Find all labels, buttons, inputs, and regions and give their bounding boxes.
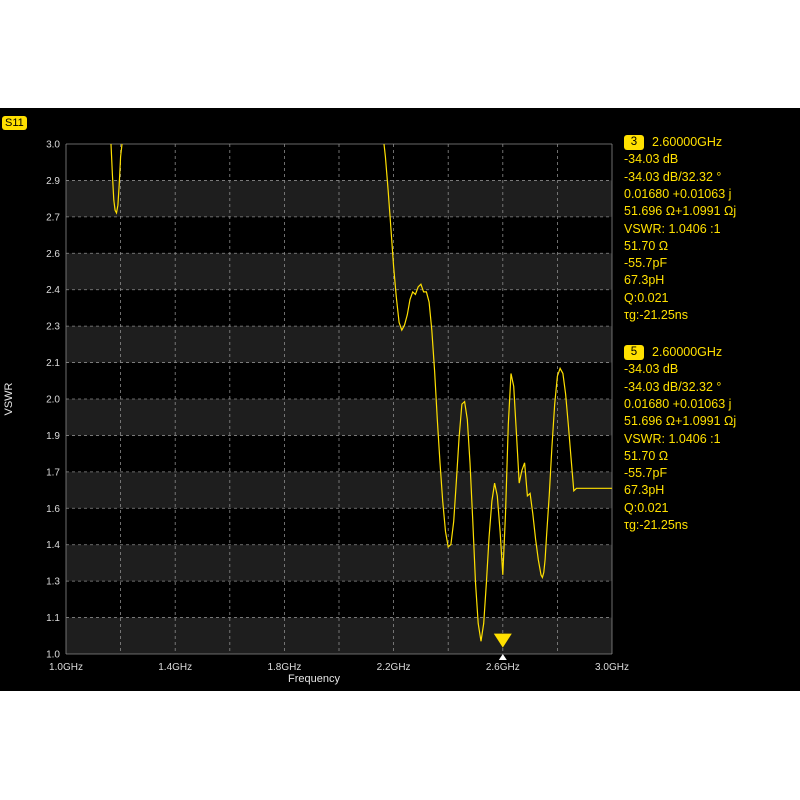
y-tick-label: 2.9 xyxy=(46,176,60,187)
marker-readout-line: Q:0.021 xyxy=(624,500,669,515)
marker-readout-line: 0.01680 +0.01063 j xyxy=(624,186,732,201)
y-axis-title: VSWR xyxy=(3,382,15,415)
marker-readout-line: -34.03 dB/32.32 ° xyxy=(624,169,722,184)
y-tick-label: 1.3 xyxy=(46,577,60,588)
marker-readout-line: -34.03 dB/32.32 ° xyxy=(624,379,722,394)
grid-band xyxy=(66,471,612,509)
analyzer-screen: 3.0 2.9 2.7 2.6 2.4 2.3 2.1 2.0 1.9 1.7 1.6 1.4 1.3 1… xyxy=(0,108,800,691)
marker-readout-line: 67.3pH xyxy=(624,273,665,288)
marker-readout-line: 51.70 Ω xyxy=(624,238,669,253)
y-tick-label: 1.7 xyxy=(46,467,60,478)
marker-readout-line: VSWR: 1.0406 :1 xyxy=(624,221,721,236)
y-tick-label: 2.3 xyxy=(46,322,60,333)
marker-number-badge[interactable]: 5 xyxy=(624,345,644,361)
grid-band xyxy=(66,544,612,582)
marker-header[interactable]: 5 2.60000GHz xyxy=(624,344,722,361)
y-tick-label: 1.0 xyxy=(46,650,60,661)
x-axis-marker-pointer xyxy=(498,654,507,660)
marker-readout-line: -34.03 dB xyxy=(624,362,679,377)
marker-readout-line: -34.03 dB xyxy=(624,152,679,167)
marker-frequency: 2.60000GHz xyxy=(652,345,723,359)
marker-frequency: 2.60000GHz xyxy=(652,135,723,149)
x-tick-label: 1.0GHz xyxy=(49,662,83,673)
marker-readout-line: 51.696 Ω+1.0991 Ωj xyxy=(624,204,737,219)
x-tick-label: 2.6GHz xyxy=(486,662,520,673)
x-tick-label: 3.0GHz xyxy=(595,662,629,673)
trace-badge-s11[interactable]: S11 xyxy=(2,116,27,130)
marker-readout-line: VSWR: 1.0406 :1 xyxy=(624,431,721,446)
y-tick-label: 2.4 xyxy=(46,285,60,296)
marker-readout-line: τg:-21.25ns xyxy=(624,308,689,322)
marker-readout-line: -55.7pF xyxy=(624,466,668,481)
y-tick-label: 2.7 xyxy=(46,212,60,223)
x-tick-label: 2.2GHz xyxy=(377,662,411,673)
y-tick-label: 2.1 xyxy=(46,358,60,369)
x-axis-title: Frequency xyxy=(288,673,340,685)
marker-readout-line: 51.70 Ω xyxy=(624,448,669,463)
y-tick-label: 2.6 xyxy=(46,249,60,260)
x-tick-label: 1.8GHz xyxy=(267,662,301,673)
marker-readout-line: 51.696 Ω+1.0991 Ωj xyxy=(624,414,737,429)
marker-readout-line: 0.01680 +0.01063 j xyxy=(624,396,732,411)
y-tick-label: 1.6 xyxy=(46,504,60,515)
marker-readout-line: 67.3pH xyxy=(624,483,665,498)
x-tick-label: 1.4GHz xyxy=(158,662,192,673)
y-tick-label: 1.1 xyxy=(46,613,60,624)
marker-readout-line: τg:-21.25ns xyxy=(624,518,689,532)
marker-number-badge[interactable]: 3 xyxy=(624,135,644,151)
y-tick-label: 1.9 xyxy=(46,431,60,442)
y-tick-label: 3.0 xyxy=(46,140,60,151)
y-tick-label: 1.4 xyxy=(46,540,60,551)
marker-readout-line: Q:0.021 xyxy=(624,290,669,305)
y-tick-label: 2.0 xyxy=(46,395,60,406)
marker-readout-line: -55.7pF xyxy=(624,256,668,271)
marker-header[interactable]: 3 2.60000GHz xyxy=(624,134,722,151)
